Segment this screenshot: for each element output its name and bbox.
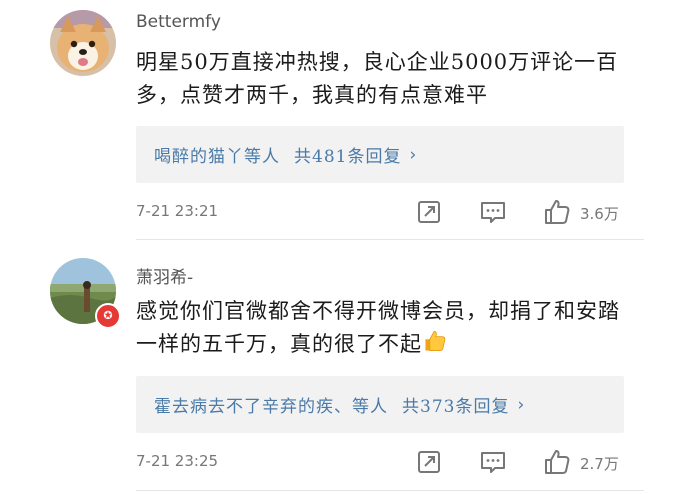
thumbs-up-icon[interactable] — [542, 447, 572, 477]
comment-text: 感觉你们官微都舍不得开微博会员，却捐了和安踏一样的五千万，真的很了不起 — [136, 299, 620, 356]
repost-icon[interactable] — [414, 197, 444, 227]
username[interactable]: Bettermfy — [136, 12, 221, 32]
reply-count[interactable]: 共481条回复 — [294, 142, 401, 167]
comment-meta: 7-21 23:25 2.7万 — [0, 445, 680, 479]
repost-icon[interactable] — [414, 447, 444, 477]
chevron-right-icon: › — [517, 394, 526, 415]
thumbs-up-icon[interactable] — [542, 197, 572, 227]
comment-item: ✪ 萧羽希- 感觉你们官微都舍不得开微博会员，却捐了和安踏一样的五千万，真的很了… — [0, 248, 680, 494]
verified-badge-icon: ✪ — [95, 303, 121, 329]
timestamp: 7-21 23:21 — [136, 202, 219, 220]
comment-icon[interactable] — [478, 447, 508, 477]
divider — [136, 490, 644, 491]
chevron-right-icon: › — [409, 144, 418, 165]
comment-text: 明星50万直接冲热搜，良心企业5000万评论一百多，点赞才两千，我真的有点意难平 — [136, 50, 619, 107]
like-count: 2.7万 — [580, 455, 619, 473]
reply-authors[interactable]: 喝醉的猫丫等人 — [154, 142, 280, 167]
comment-icon[interactable] — [478, 197, 508, 227]
divider — [136, 239, 644, 240]
reply-count[interactable]: 共373条回复 — [402, 392, 509, 417]
reply-authors[interactable]: 霍去病去不了辛弃的疾、等人 — [154, 392, 388, 417]
comment-item: Bettermfy 明星50万直接冲热搜，良心企业5000万评论一百多，点赞才两… — [0, 0, 680, 240]
comment-meta: 7-21 23:21 3.6万 — [0, 195, 680, 229]
timestamp: 7-21 23:25 — [136, 452, 219, 470]
username[interactable]: 萧羽希- — [136, 263, 193, 288]
user-avatar[interactable] — [50, 10, 116, 76]
replies-preview[interactable]: 喝醉的猫丫等人 共481条回复 › — [136, 126, 624, 183]
replies-preview[interactable]: 霍去病去不了辛弃的疾、等人 共373条回复 › — [136, 376, 624, 433]
like-count: 3.6万 — [580, 205, 619, 223]
thumbs-up-emoji — [425, 331, 446, 351]
